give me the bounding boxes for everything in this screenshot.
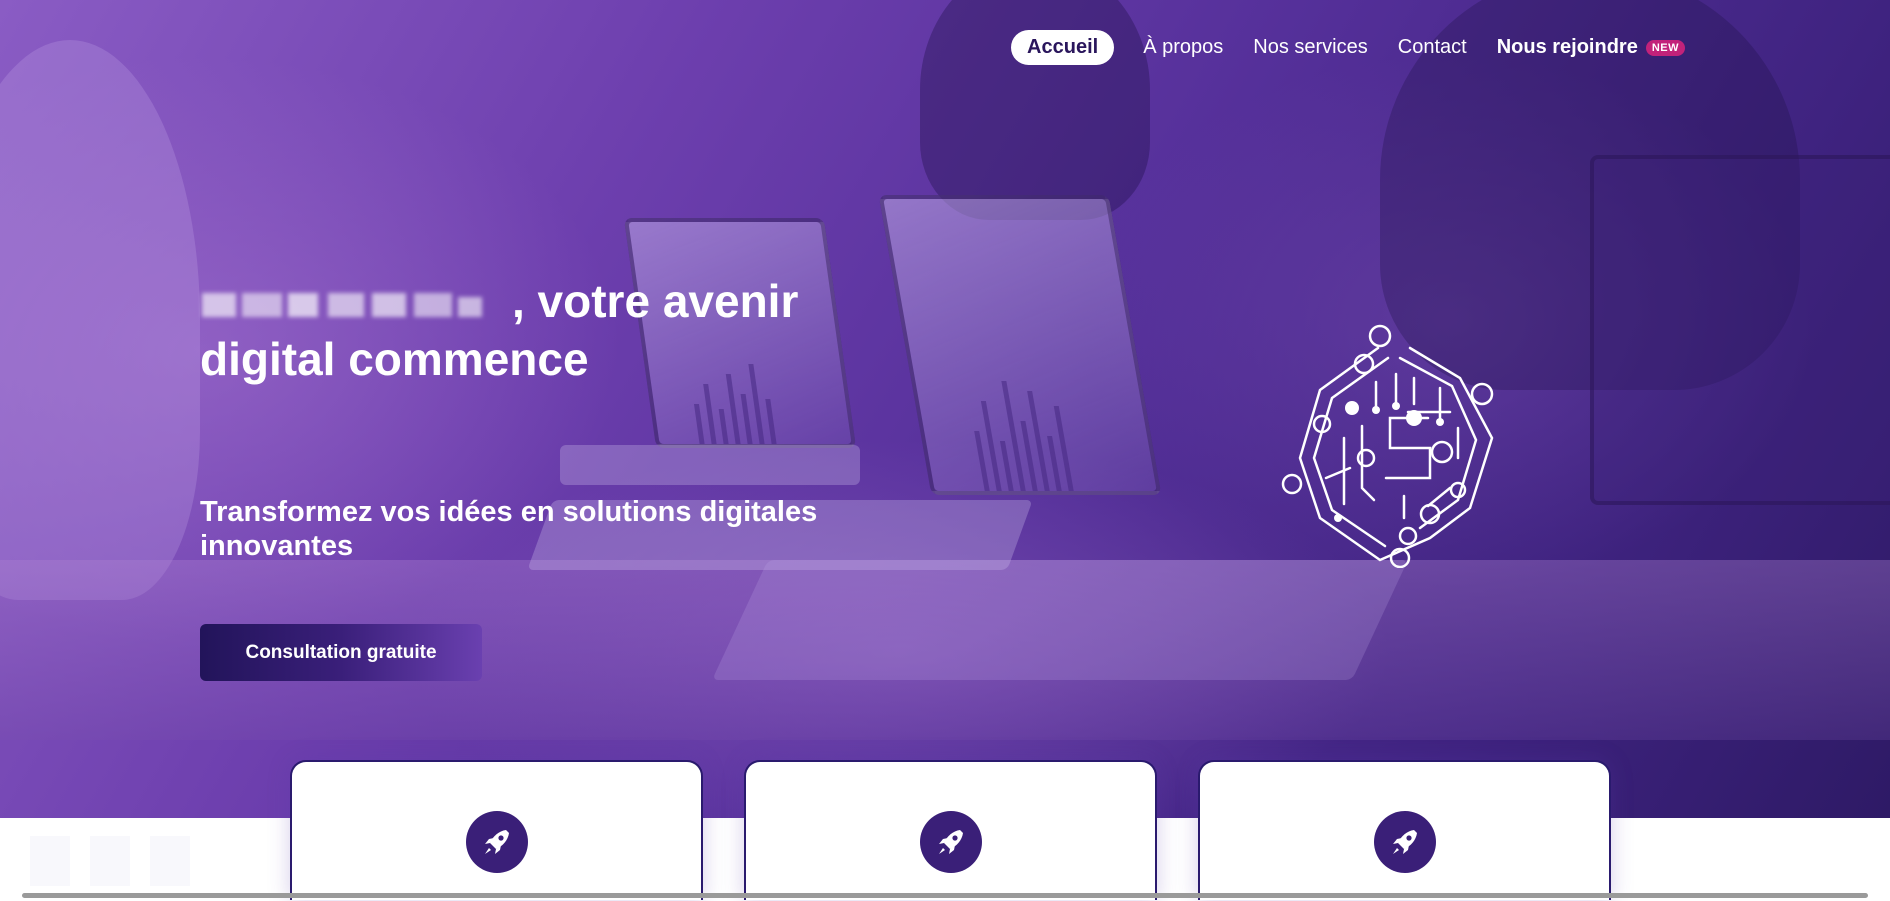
faint-watermark-shape <box>30 836 190 886</box>
circuit-s-logo <box>1281 324 1494 568</box>
hero-title: , votre avenir digital commence <box>200 272 860 388</box>
new-badge: NEW <box>1645 39 1685 56</box>
nav-link-a-propos[interactable]: À propos <box>1128 30 1238 65</box>
nav-link-nous-rejoindre[interactable]: Nous rejoindre NEW <box>1482 30 1700 65</box>
redacted-brand-mark <box>202 293 482 317</box>
main-navigation: Accueil À propos Nos services Contact No… <box>1011 30 1700 65</box>
feature-card-2[interactable] <box>744 760 1157 900</box>
background-laptop-right <box>1590 155 1890 505</box>
hero-subtitle: Transformez vos idées en solutions digit… <box>200 496 818 562</box>
faint-background-watermark <box>30 826 250 901</box>
nav-link-contact[interactable]: Contact <box>1383 30 1482 65</box>
rocket-icon <box>465 811 528 873</box>
hero-section: Accueil À propos Nos services Contact No… <box>0 0 1890 818</box>
nav-link-nos-services[interactable]: Nos services <box>1238 30 1382 65</box>
nav-link-accueil[interactable]: Accueil <box>1011 30 1115 65</box>
feature-card-3[interactable] <box>1198 760 1611 900</box>
background-laptop-center <box>878 195 1162 495</box>
consultation-button[interactable]: Consultation gratuite <box>200 624 482 681</box>
background-laptop-left-base <box>560 445 860 485</box>
background-notebook <box>712 560 1408 680</box>
nav-link-nous-rejoindre-label: Nous rejoindre <box>1496 36 1638 58</box>
hero-title-brand-redacted <box>200 272 512 330</box>
rocket-icon <box>1373 811 1436 873</box>
rocket-icon <box>919 811 982 873</box>
horizontal-scrollbar[interactable] <box>22 893 1868 898</box>
feature-card-1[interactable] <box>290 760 703 900</box>
background-person-left <box>0 40 200 600</box>
